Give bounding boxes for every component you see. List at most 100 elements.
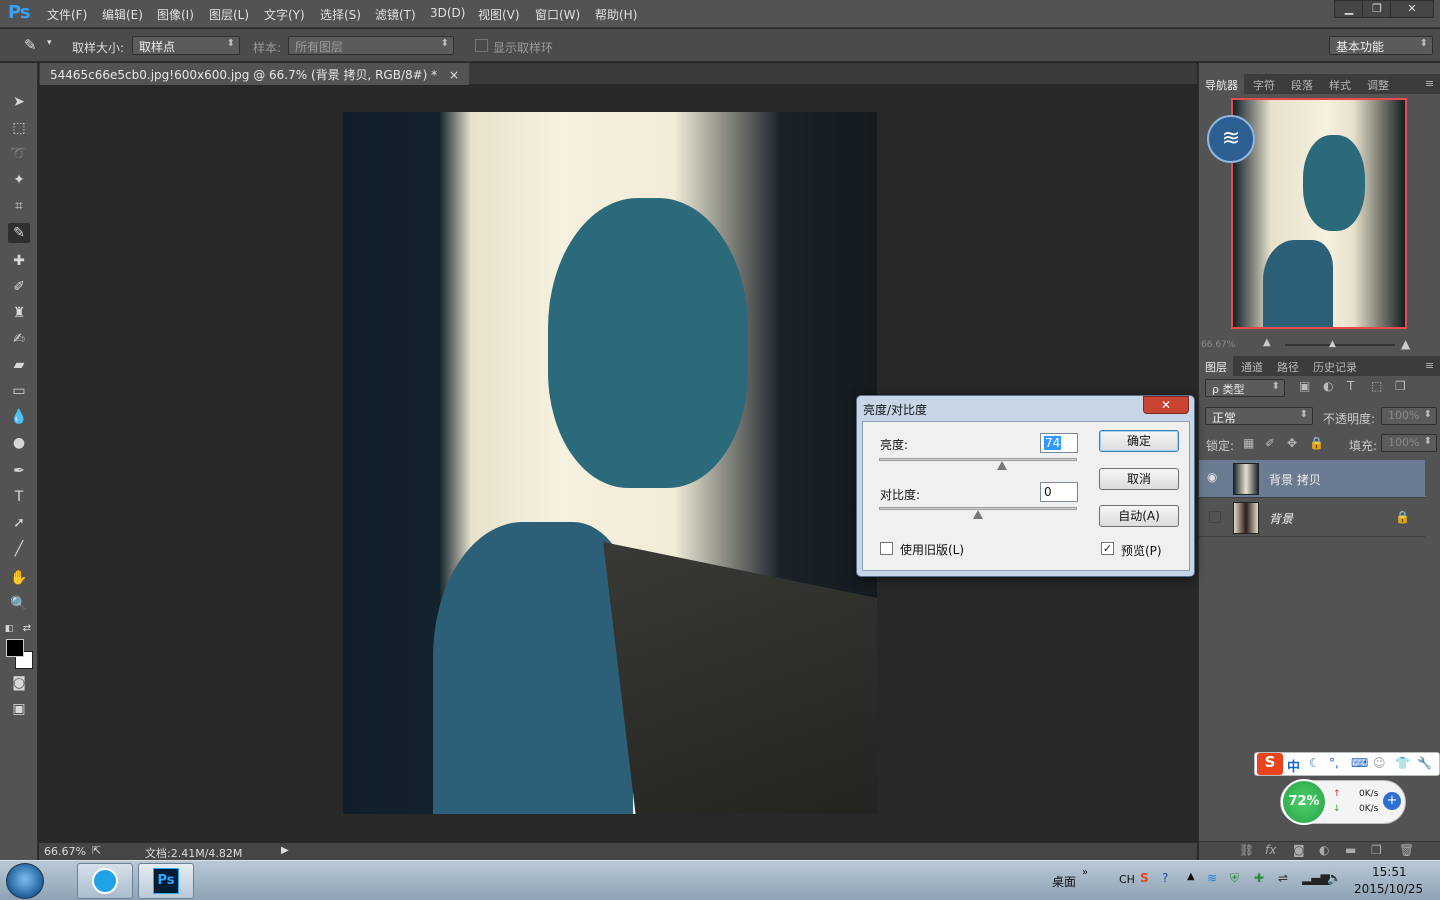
layer-row-background-copy[interactable]: ◉ 背景 拷贝 [1199, 460, 1425, 498]
zoom-tool-icon[interactable]: 🔍 [8, 594, 30, 614]
toolbar-expand-icon[interactable]: » [1082, 867, 1088, 878]
foreground-color-swatch[interactable] [6, 639, 24, 657]
close-window-button[interactable]: ✕ [1390, 0, 1434, 18]
fx-icon[interactable]: fx [1265, 843, 1276, 857]
filter-pixel-icon[interactable]: ▣ [1299, 379, 1310, 393]
tab-character[interactable]: 字符 [1247, 74, 1281, 94]
link-layers-icon[interactable]: ⛓ [1239, 843, 1254, 857]
taskbar-app-photoshop[interactable]: Ps [138, 863, 194, 899]
tab-channels[interactable]: 通道 [1235, 356, 1269, 376]
menu-image[interactable]: 图像(I) [157, 6, 194, 23]
clock-time[interactable]: 15:51 [1372, 865, 1407, 879]
tab-layers[interactable]: 图层 [1199, 356, 1233, 376]
magic-wand-tool-icon[interactable]: ✦ [8, 170, 30, 190]
wifi-tray-icon[interactable]: ≋ [1207, 871, 1217, 885]
clock-date[interactable]: 2015/10/25 [1354, 882, 1423, 896]
show-hidden-icons-icon[interactable]: ▲ [1187, 871, 1195, 882]
tool-preset-chevron-icon[interactable]: ▾ [47, 38, 52, 48]
tab-adjustments[interactable]: 调整 [1361, 74, 1395, 94]
navigator-thumbnail[interactable] [1231, 98, 1407, 329]
status-menu-arrow-icon[interactable]: ▶ [281, 845, 289, 856]
pen-tool-icon[interactable]: ✒ [8, 461, 30, 481]
menu-file[interactable]: 文件(F) [47, 6, 87, 23]
wifi-icon[interactable]: ≋ [1207, 115, 1255, 163]
history-brush-tool-icon[interactable]: ✍ [8, 329, 30, 349]
lasso-tool-icon[interactable]: ➰ [8, 144, 30, 164]
line-tool-icon[interactable]: ╱ [8, 539, 30, 559]
type-tool-icon[interactable]: T [8, 487, 30, 507]
visibility-toggle[interactable] [1209, 511, 1221, 523]
auto-button[interactable]: 自动(A) [1099, 505, 1179, 527]
eyedropper-icon[interactable]: ✎ [24, 36, 37, 54]
volume-icon[interactable]: 🔊 [1327, 871, 1342, 885]
cancel-button[interactable]: 取消 [1099, 468, 1179, 490]
layer-row-background[interactable]: 背景 🔒 [1199, 499, 1425, 537]
export-icon[interactable]: ⇱ [92, 844, 101, 857]
user-icon[interactable]: ☺ [1373, 756, 1386, 770]
crop-tool-icon[interactable]: ⌗ [8, 196, 30, 216]
menu-3d[interactable]: 3D(D) [430, 6, 465, 20]
menu-layer[interactable]: 图层(L) [209, 6, 249, 23]
zoom-in-icon[interactable]: ▲ [1401, 337, 1410, 351]
desktop-toolbar-label[interactable]: 桌面 [1052, 873, 1076, 890]
signal-tray-icon[interactable]: ▂▄▆ [1302, 871, 1330, 885]
delete-layer-icon[interactable]: 🗑 [1399, 843, 1414, 857]
menu-type[interactable]: 文字(Y) [264, 6, 305, 23]
gradient-tool-icon[interactable]: ▭ [8, 381, 30, 401]
usb-tray-icon[interactable]: ⇌ [1278, 871, 1288, 885]
tab-navigator[interactable]: 导航器 [1199, 74, 1244, 94]
dodge-tool-icon[interactable]: ● [8, 433, 30, 453]
start-button[interactable] [6, 863, 44, 899]
settings-wrench-icon[interactable]: 🔧 [1417, 756, 1432, 770]
minimize-button[interactable]: ▁ [1334, 0, 1364, 18]
menu-window[interactable]: 窗口(W) [535, 6, 580, 23]
menu-help[interactable]: 帮助(H) [595, 6, 637, 23]
blur-tool-icon[interactable]: 💧 [8, 407, 30, 427]
language-indicator[interactable]: CH [1119, 873, 1135, 886]
layer-name[interactable]: 背景 [1269, 510, 1293, 527]
contrast-slider-thumb[interactable] [973, 510, 983, 519]
marquee-tool-icon[interactable]: ⬚ [8, 118, 30, 138]
add-icon[interactable]: + [1383, 792, 1401, 810]
hand-tool-icon[interactable]: ✋ [8, 568, 30, 588]
new-group-icon[interactable]: ▬ [1345, 843, 1356, 857]
keyboard-icon[interactable]: ⌨ [1351, 756, 1368, 770]
green-tray-icon[interactable]: ✚ [1254, 871, 1264, 885]
menu-view[interactable]: 视图(V) [478, 6, 520, 23]
filter-type-icon[interactable]: T [1347, 379, 1354, 393]
layer-filter-select[interactable]: ρ 类型 [1205, 379, 1285, 397]
filter-adjustment-icon[interactable]: ◐ [1323, 379, 1333, 393]
zoom-out-icon[interactable]: ▲ [1263, 337, 1271, 348]
quick-mask-icon[interactable]: ◙ [8, 673, 30, 693]
brightness-slider[interactable] [879, 458, 1077, 461]
menu-select[interactable]: 选择(S) [320, 6, 361, 23]
filter-shape-icon[interactable]: ⬚ [1371, 379, 1382, 393]
layers-panel-menu-icon[interactable]: ≡ [1419, 356, 1440, 376]
clone-stamp-tool-icon[interactable]: ♜ [8, 303, 30, 323]
swap-colors-icon[interactable]: ⇄ [20, 619, 34, 639]
brightness-input[interactable]: 74 [1040, 433, 1078, 453]
visibility-eye-icon[interactable]: ◉ [1207, 470, 1217, 484]
brush-tool-icon[interactable]: ✐ [8, 277, 30, 297]
legacy-checkbox[interactable] [880, 542, 893, 555]
menu-edit[interactable]: 编辑(E) [102, 6, 143, 23]
sample-select[interactable]: 所有图层 [288, 36, 454, 55]
preview-checkbox[interactable]: ✓ [1101, 542, 1114, 555]
opacity-input[interactable]: 100% [1381, 407, 1437, 425]
lock-position-icon[interactable]: ✥ [1287, 436, 1297, 450]
blend-mode-select[interactable]: 正常 [1205, 407, 1313, 425]
help-tray-icon[interactable]: ? [1162, 871, 1168, 885]
menu-filter[interactable]: 滤镜(T) [375, 6, 416, 23]
navigator-zoom-slider[interactable] [1285, 344, 1395, 346]
sogou-tray-icon[interactable]: S [1140, 871, 1149, 885]
ime-toolbar[interactable]: S 中 ☾ °, ⌨ ☺ 👕 🔧 [1254, 752, 1440, 776]
tab-paragraph[interactable]: 段落 [1285, 74, 1319, 94]
network-monitor[interactable]: 72% ↑ ↓ 0K/s 0K/s + [1280, 779, 1406, 825]
skin-icon[interactable]: 👕 [1395, 756, 1410, 770]
panel-menu-icon[interactable]: ≡ [1419, 74, 1440, 94]
show-ring-checkbox[interactable] [475, 39, 488, 52]
restore-button[interactable]: ❐ [1362, 0, 1392, 18]
document-tab[interactable]: 54465c66e5cb0.jpg!600x600.jpg @ 66.7% (背… [40, 63, 470, 85]
eraser-tool-icon[interactable]: ▰ [8, 355, 30, 375]
moon-icon[interactable]: ☾ [1309, 756, 1320, 770]
